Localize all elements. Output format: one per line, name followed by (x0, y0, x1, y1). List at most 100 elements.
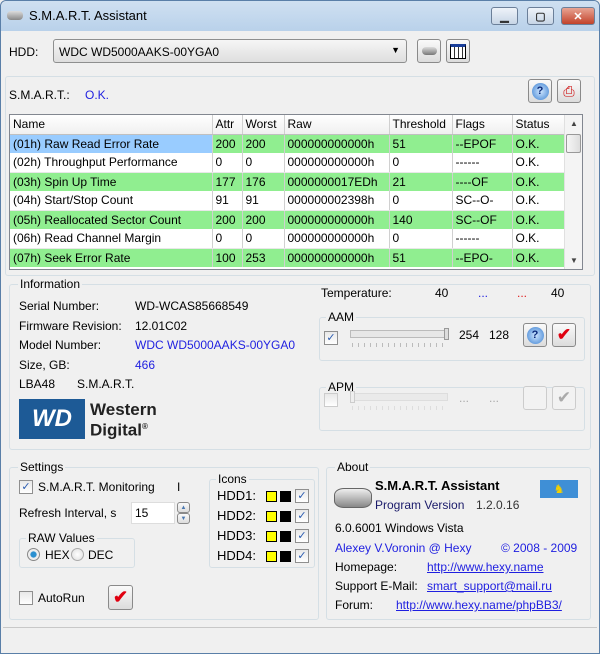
apm-slider[interactable] (350, 391, 448, 403)
apm-help-button[interactable] (523, 386, 547, 410)
apm-slider-thumb[interactable] (350, 391, 355, 403)
ok-color-swatch[interactable] (266, 491, 277, 502)
checkmark-icon: ✔ (556, 325, 572, 344)
refresh-interval-label: Refresh Interval, s (19, 506, 117, 520)
maximize-button[interactable]: ▢ (527, 7, 554, 25)
email-link[interactable]: smart_support@mail.ru (427, 579, 552, 593)
fail-color-swatch[interactable] (280, 491, 291, 502)
save-icon: ⎙ (563, 82, 575, 99)
scroll-down-icon[interactable]: ▼ (570, 256, 578, 265)
scroll-up-icon[interactable]: ▲ (570, 119, 578, 128)
raw-values-title: RAW Values (26, 531, 97, 545)
aam-help-button[interactable]: ? (523, 323, 547, 347)
cell-status: O.K. (512, 191, 565, 211)
apm-value-current: ... (459, 391, 470, 405)
homepage-label: Homepage: (335, 560, 398, 574)
title-bar: S.M.A.R.T. Assistant ▁ ▢ ✕ (1, 1, 599, 31)
forum-link[interactable]: http://www.hexy.name/phpBB3/ (396, 598, 562, 612)
save-report-button[interactable]: ⎙ (557, 79, 581, 103)
hdd-app-icon (7, 11, 23, 20)
refresh-down-button[interactable]: ▼ (177, 513, 190, 524)
information-title: Information (18, 277, 83, 291)
cell-raw: 000000000000h (284, 153, 390, 173)
close-button[interactable]: ✕ (561, 7, 595, 25)
col-raw[interactable]: Raw (284, 115, 390, 135)
hdd-icon-label: HDD3: (217, 528, 257, 543)
cell-flags: SC--OF (452, 210, 513, 229)
hdd-icon-label: HDD1: (217, 488, 257, 503)
cell-name: (02h) Throughput Performance (10, 153, 213, 173)
status-bar (3, 627, 597, 651)
refresh-interval-input[interactable]: 15 (131, 502, 175, 524)
col-name[interactable]: Name (10, 115, 213, 135)
cell-threshold: 0 (389, 229, 453, 249)
cell-name: (06h) Read Channel Margin (10, 229, 213, 249)
table-row[interactable]: (02h) Throughput Performance 0 0 0000000000… (10, 153, 565, 173)
col-worst[interactable]: Worst (242, 115, 285, 135)
smart-monitoring-extra: I (177, 480, 181, 494)
table-row[interactable]: (07h) Seek Error Rate 100 253 000000000000h… (10, 248, 565, 267)
grid-icon (450, 43, 466, 59)
scroll-thumb[interactable] (566, 134, 581, 153)
homepage-link[interactable]: http://www.hexy.name (427, 560, 544, 574)
aam-slider-thumb[interactable] (444, 328, 449, 340)
dec-radio[interactable] (71, 548, 84, 561)
os-info: 6.0.6001 Windows Vista (335, 521, 464, 535)
aam-slider[interactable] (350, 328, 449, 340)
fail-color-swatch[interactable] (280, 551, 291, 562)
temperature-value: 40 (435, 286, 449, 300)
cell-threshold: 140 (389, 210, 453, 229)
hdd-label: HDD: (9, 45, 39, 59)
fail-color-swatch[interactable] (280, 511, 291, 522)
model-label: Model Number: (19, 338, 102, 352)
aam-apply-button[interactable]: ✔ (552, 323, 576, 347)
table-row[interactable]: (03h) Spin Up Time 177 176 0000000017EDh 21-… (10, 172, 565, 191)
minimize-button[interactable]: ▁ (491, 7, 518, 25)
version-label: Program Version (375, 498, 465, 512)
col-attr[interactable]: Attr (212, 115, 243, 135)
temperature-max: ... (517, 286, 528, 300)
hdd-select[interactable]: WDC WD5000AAKS-00YGA0 ▼ (53, 39, 407, 63)
refresh-up-button[interactable]: ▲ (177, 502, 190, 513)
table-row[interactable]: (06h) Read Channel Margin 0 0 000000000000h… (10, 229, 565, 249)
cell-flags: SC--O- (452, 191, 513, 211)
cell-worst: 0 (242, 153, 285, 173)
table-view-button[interactable] (446, 39, 470, 63)
cell-raw: 000000000000h (284, 210, 390, 229)
hdd-icon-checkbox[interactable]: ✓ (295, 509, 309, 523)
hex-radio[interactable] (27, 548, 40, 561)
about-app-name: S.M.A.R.T. Assistant (375, 478, 500, 493)
table-scrollbar[interactable]: ▲ ▼ (564, 115, 582, 269)
ok-color-swatch[interactable] (266, 551, 277, 562)
table-row[interactable]: (05h) Reallocated Sector Count 200 200 0000… (10, 210, 565, 229)
autorun-checkbox[interactable] (19, 591, 33, 605)
hdd-icon-checkbox[interactable]: ✓ (295, 549, 309, 563)
hdd-icon-checkbox[interactable]: ✓ (295, 529, 309, 543)
smart-monitoring-checkbox[interactable]: ✓ (19, 480, 33, 494)
hex-label: HEX (45, 548, 70, 562)
cell-attr: 200 (212, 134, 243, 153)
serial-label: Serial Number: (19, 299, 100, 313)
table-row[interactable]: (04h) Start/Stop Count 91 91 000000002398h 0… (10, 191, 565, 211)
cell-attr: 0 (212, 153, 243, 173)
hdd-icon-checkbox[interactable]: ✓ (295, 489, 309, 503)
apm-apply-button[interactable]: ✔ (552, 386, 576, 410)
aam-checkbox[interactable]: ✓ (324, 331, 338, 345)
apm-checkbox[interactable] (324, 393, 338, 407)
col-threshold[interactable]: Threshold (389, 115, 453, 135)
smart-status: O.K. (85, 88, 110, 102)
app-window: S.M.A.R.T. Assistant ▁ ▢ ✕ HDD: WDC WD50… (0, 0, 600, 654)
hdd-icon-label: HDD2: (217, 508, 257, 523)
col-status[interactable]: Status (512, 115, 565, 135)
col-flags[interactable]: Flags (452, 115, 513, 135)
settings-apply-button[interactable]: ✔ (108, 585, 133, 610)
ok-color-swatch[interactable] (266, 531, 277, 542)
ok-color-swatch[interactable] (266, 511, 277, 522)
help-button[interactable]: ? (528, 79, 552, 103)
fail-color-swatch[interactable] (280, 531, 291, 542)
cell-attr: 100 (212, 248, 243, 267)
table-row[interactable]: (01h) Raw Read Error Rate 200 200 000000000… (10, 134, 565, 153)
cell-threshold: 51 (389, 134, 453, 153)
cell-flags: ------ (452, 229, 513, 249)
drive-button[interactable] (417, 39, 441, 63)
